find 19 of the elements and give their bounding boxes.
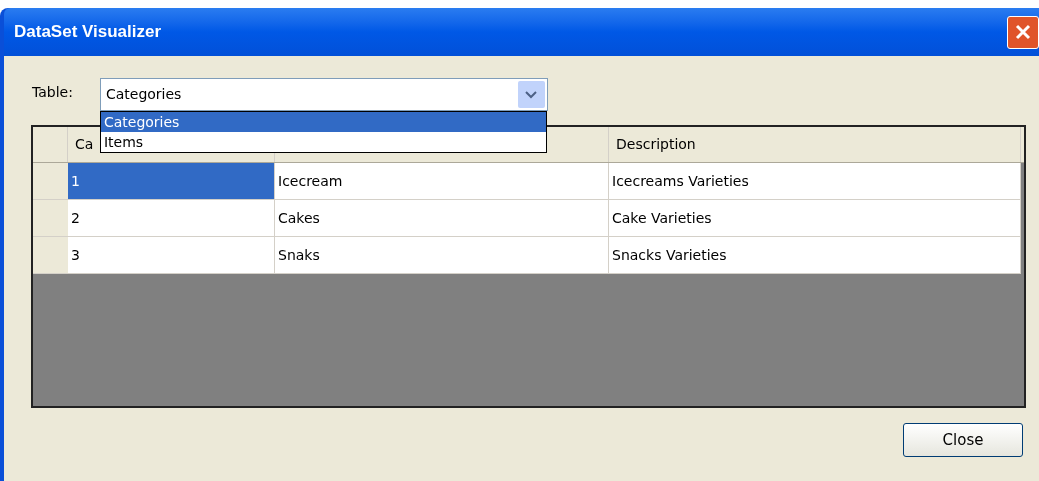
close-icon[interactable]	[1007, 15, 1039, 49]
chevron-down-icon[interactable]	[517, 81, 545, 108]
table-cell: Snacks Varieties	[609, 237, 1021, 274]
dropdown-option[interactable]: Categories	[100, 112, 546, 132]
table-cell: Snaks	[275, 237, 609, 274]
table-cell: 3	[68, 237, 275, 274]
window-title: DataSet Visualizer	[14, 21, 162, 44]
table-cell: Icecreams Varieties	[609, 163, 1021, 200]
dropdown-option[interactable]: Items	[100, 132, 546, 152]
close-button[interactable]: Close	[903, 423, 1023, 457]
table-cell: Cake Varieties	[609, 200, 1021, 237]
column-header[interactable]: Ca	[75, 134, 94, 155]
table-cell: Cakes	[275, 200, 609, 237]
column-header[interactable]: Description	[616, 134, 696, 155]
table-dropdown[interactable]: Categories	[99, 78, 548, 111]
table-cell: Icecream	[275, 163, 609, 200]
table-cell: 2	[68, 200, 275, 237]
table-cell: 1	[68, 163, 275, 200]
field-label: Table:	[32, 83, 73, 102]
